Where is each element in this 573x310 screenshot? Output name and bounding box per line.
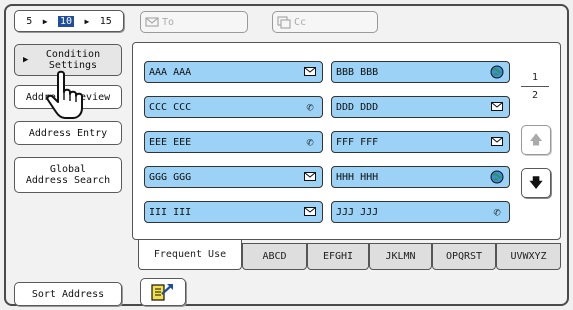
tab-label: JKLMN [385,251,416,262]
address-entry-ccc[interactable]: CCC CCC ✆ [144,96,323,118]
addresses-per-page-selector[interactable]: 5 ▶ 10 ▶ 15 [14,10,124,32]
address-entry-eee[interactable]: EEE EEE ✆ [144,131,323,153]
scroll-down-button[interactable]: 🡇 [521,168,551,198]
global-search-label: Global Address Search [25,164,111,186]
hand-pointer-icon [46,70,83,119]
address-name: JJJ JJJ [336,206,379,218]
tab-jklmn[interactable]: JKLMN [369,243,432,270]
tab-label: UVWXYZ [510,251,547,262]
address-book-edit-button[interactable] [140,278,186,306]
address-entry-hhh[interactable]: HHH HHH [331,166,510,188]
arrow-right-icon: ▶ [23,54,29,65]
address-name: BBB BBB [336,66,379,78]
tab-opqrst[interactable]: OPQRST [432,243,496,270]
page-divider [521,85,549,87]
email-icon [490,135,504,148]
address-entry-bbb[interactable]: BBB BBB [331,61,510,83]
address-name: III III [149,206,192,218]
sort-address-label: Sort Address [31,288,105,300]
arrow-up-icon: 🡅 [529,132,543,148]
to-field[interactable]: To [140,11,248,33]
to-label: To [162,16,175,28]
address-entry-fff[interactable]: FFF FFF [331,131,510,153]
address-entry-ggg[interactable]: GGG GGG [144,166,323,188]
address-entry-label: Address Entry [28,127,108,139]
email-icon [303,65,317,78]
page-option-10-selected[interactable]: 10 [57,15,74,27]
tab-efghi[interactable]: EFGHI [307,243,369,270]
address-entry-iii[interactable]: III III [144,201,323,223]
email-icon [303,170,317,183]
tab-label: OPQRST [445,251,483,262]
tab-label: Frequent Use [153,249,227,260]
sort-address-button[interactable]: Sort Address [14,282,122,306]
address-name: HHH HHH [336,171,379,183]
global-address-search-button[interactable]: Global Address Search [14,157,122,193]
tab-uvwxyz[interactable]: UVWXYZ [496,243,561,270]
arrow-right-icon: ▶ [84,16,90,26]
address-name: CCC CCC [149,101,192,113]
arrow-right-icon: ▶ [42,16,48,26]
phone-icon: ✆ [306,99,314,114]
email-icon [303,205,317,218]
address-entry-ddd[interactable]: DDD DDD [331,96,510,118]
address-name: AAA AAA [149,66,192,78]
page-option-15[interactable]: 15 [100,16,112,27]
tab-label: EFGHI [322,251,354,262]
address-name: EEE EEE [149,136,192,148]
phone-icon: ✆ [306,134,314,149]
address-name: GGG GGG [149,171,192,183]
email-icon [490,100,504,113]
cc-field[interactable]: Cc [272,11,378,33]
total-pages: 2 [531,89,539,101]
phone-icon: ✆ [493,204,501,219]
page-indicator: 1 2 [520,68,550,104]
tab-frequent-use[interactable]: Frequent Use [138,240,242,270]
tab-label: ABCD [262,251,287,262]
address-book-arrow-icon [151,284,173,301]
page-option-5[interactable]: 5 [26,16,32,27]
cc-label: Cc [294,16,307,28]
address-entry-aaa[interactable]: AAA AAA [144,61,323,83]
arrow-down-icon: 🡇 [529,175,543,191]
current-page: 1 [531,71,539,83]
globe-icon [490,170,504,183]
address-name: DDD DDD [336,101,379,113]
globe-icon [490,65,504,78]
scroll-up-button[interactable]: 🡅 [521,125,551,155]
envelope-icon [145,17,159,27]
copy-icon [277,15,291,29]
address-entry-button[interactable]: Address Entry [14,121,122,145]
address-name: FFF FFF [336,136,379,148]
tab-abcd[interactable]: ABCD [242,243,307,270]
address-entry-jjj[interactable]: JJJ JJJ ✆ [331,201,510,223]
condition-settings-label: Condition Settings [45,49,101,71]
